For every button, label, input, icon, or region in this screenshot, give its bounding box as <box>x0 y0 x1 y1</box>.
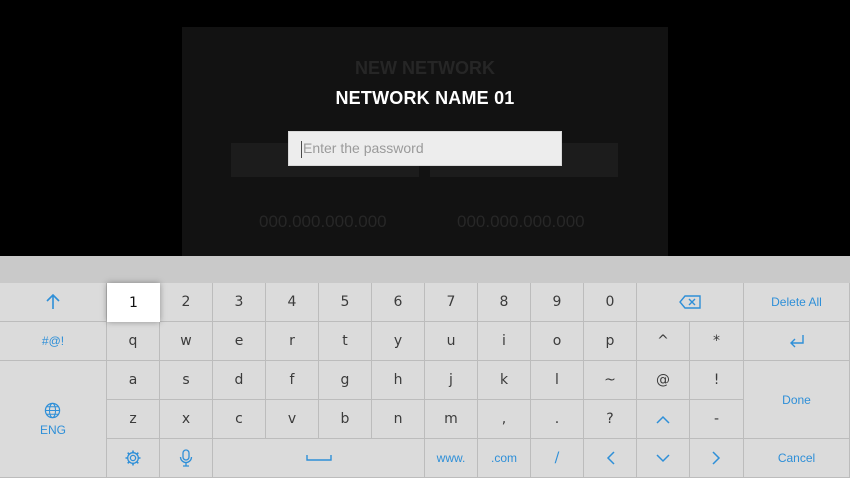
symbols-key[interactable]: #@! <box>0 322 107 361</box>
key-tilde[interactable]: ~ <box>584 361 637 400</box>
key-b[interactable]: b <box>319 400 372 439</box>
chevron-up-icon <box>656 415 670 424</box>
key-4[interactable]: 4 <box>266 283 319 322</box>
key-at[interactable]: @ <box>637 361 690 400</box>
key-a[interactable]: a <box>107 361 160 400</box>
key-9[interactable]: 9 <box>531 283 584 322</box>
cursor-up-key[interactable] <box>637 400 690 439</box>
onscreen-keyboard: 1 2 3 4 5 6 7 8 9 0 Delete All #@! q w e… <box>0 256 850 478</box>
key-exclamation[interactable]: ! <box>690 361 744 400</box>
key-question[interactable]: ? <box>584 400 637 439</box>
key-i[interactable]: i <box>478 322 531 361</box>
gear-icon <box>125 450 141 466</box>
key-k[interactable]: k <box>478 361 531 400</box>
key-5[interactable]: 5 <box>319 283 372 322</box>
backspace-key[interactable] <box>637 283 744 322</box>
www-key[interactable]: www. <box>425 439 478 478</box>
key-z[interactable]: z <box>107 400 160 439</box>
backspace-icon <box>679 295 701 309</box>
key-n[interactable]: n <box>372 400 425 439</box>
key-asterisk[interactable]: * <box>690 322 744 361</box>
text-caret <box>301 141 302 158</box>
key-s[interactable]: s <box>160 361 213 400</box>
network-name-title: NETWORK NAME 01 <box>335 88 515 108</box>
key-v[interactable]: v <box>266 400 319 439</box>
key-r[interactable]: r <box>266 322 319 361</box>
arrow-up-icon <box>46 294 60 309</box>
key-y[interactable]: y <box>372 322 425 361</box>
password-placeholder: Enter the password <box>303 140 424 156</box>
key-p[interactable]: p <box>584 322 637 361</box>
space-key[interactable] <box>213 439 425 478</box>
key-t[interactable]: t <box>319 322 372 361</box>
key-q[interactable]: q <box>107 322 160 361</box>
shift-key[interactable] <box>0 283 107 322</box>
voice-input-key[interactable] <box>160 439 213 478</box>
key-7[interactable]: 7 <box>425 283 478 322</box>
done-button[interactable]: Done <box>744 361 850 439</box>
key-w[interactable]: w <box>160 322 213 361</box>
enter-key[interactable] <box>744 322 850 361</box>
key-l[interactable]: l <box>531 361 584 400</box>
key-2[interactable]: 2 <box>160 283 213 322</box>
key-o[interactable]: o <box>531 322 584 361</box>
microphone-icon <box>179 449 193 467</box>
key-e[interactable]: e <box>213 322 266 361</box>
key-hyphen[interactable]: - <box>690 400 744 439</box>
com-key[interactable]: .com <box>478 439 531 478</box>
cursor-down-key[interactable] <box>637 439 690 478</box>
enter-icon <box>789 335 804 348</box>
space-bar-icon <box>305 455 332 461</box>
cursor-right-key[interactable] <box>690 439 744 478</box>
key-m[interactable]: m <box>425 400 478 439</box>
delete-all-button[interactable]: Delete All <box>744 283 850 322</box>
chevron-right-icon <box>712 451 721 465</box>
background-ip-left: 000.000.000.000 <box>259 212 387 231</box>
cancel-button[interactable]: Cancel <box>744 439 850 478</box>
key-caret[interactable]: ^ <box>637 322 690 361</box>
key-8[interactable]: 8 <box>478 283 531 322</box>
key-d[interactable]: d <box>213 361 266 400</box>
background-ip-right: 000.000.000.000 <box>457 212 585 231</box>
key-3[interactable]: 3 <box>213 283 266 322</box>
key-g[interactable]: g <box>319 361 372 400</box>
key-u[interactable]: u <box>425 322 478 361</box>
settings-key[interactable] <box>107 439 160 478</box>
password-input[interactable]: Enter the password <box>288 131 562 166</box>
key-period[interactable]: . <box>531 400 584 439</box>
language-key[interactable]: ENG <box>0 361 107 478</box>
chevron-down-icon <box>656 453 670 462</box>
key-f[interactable]: f <box>266 361 319 400</box>
cursor-left-key[interactable] <box>584 439 637 478</box>
globe-icon <box>45 402 61 418</box>
key-c[interactable]: c <box>213 400 266 439</box>
key-0[interactable]: 0 <box>584 283 637 322</box>
key-h[interactable]: h <box>372 361 425 400</box>
key-6[interactable]: 6 <box>372 283 425 322</box>
slash-key[interactable]: / <box>531 439 584 478</box>
background-title: NEW NETWORK <box>355 58 495 78</box>
key-comma[interactable]: , <box>478 400 531 439</box>
key-j[interactable]: j <box>425 361 478 400</box>
chevron-left-icon <box>606 451 615 465</box>
language-label: ENG <box>39 422 66 437</box>
key-x[interactable]: x <box>160 400 213 439</box>
key-1[interactable]: 1 <box>107 283 160 322</box>
